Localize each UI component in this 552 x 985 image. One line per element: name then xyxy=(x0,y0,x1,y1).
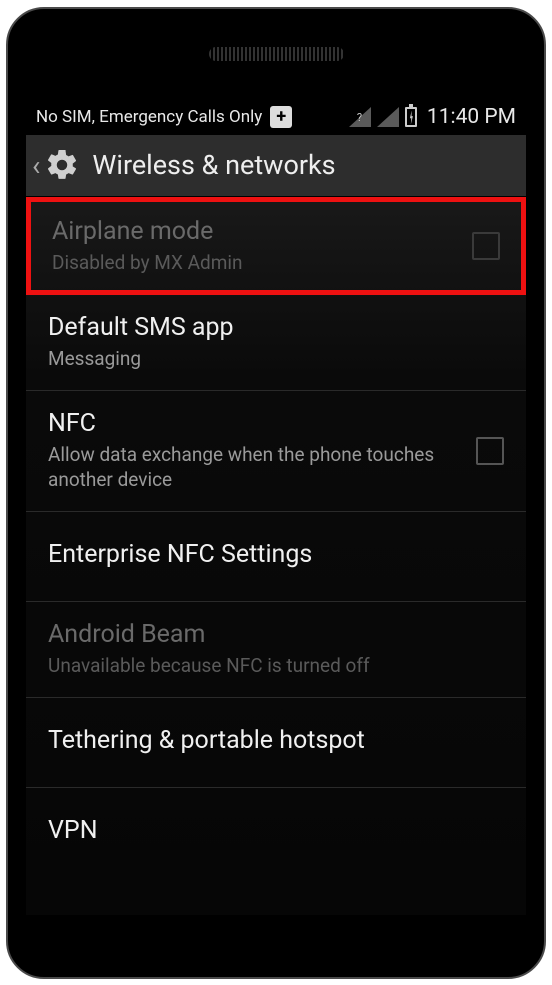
row-vpn[interactable]: VPN xyxy=(26,788,526,878)
signal-unknown-icon xyxy=(349,107,371,127)
status-bar: No SIM, Emergency Calls Only + 11:40 PM xyxy=(26,99,526,135)
signal-empty-icon xyxy=(377,107,399,127)
page-title: Wireless & networks xyxy=(92,149,335,181)
row-tethering[interactable]: Tethering & portable hotspot xyxy=(26,698,526,788)
row-title: Enterprise NFC Settings xyxy=(48,540,504,569)
row-title: Default SMS app xyxy=(48,313,504,342)
row-title: VPN xyxy=(48,816,504,845)
row-title: Android Beam xyxy=(48,620,504,649)
status-right: 11:40 PM xyxy=(349,105,516,129)
speaker-grill xyxy=(209,47,344,61)
row-android-beam: Android Beam Unavailable because NFC is … xyxy=(26,602,526,698)
settings-list[interactable]: Airplane mode Disabled by MX Admin Defau… xyxy=(26,197,526,915)
settings-gear-icon[interactable] xyxy=(44,147,80,183)
highlight-airplane-mode: Airplane mode Disabled by MX Admin xyxy=(26,197,526,296)
airplane-mode-checkbox xyxy=(472,232,500,260)
row-subtitle: Disabled by MX Admin xyxy=(52,250,472,276)
row-subtitle: Allow data exchange when the phone touch… xyxy=(48,442,476,493)
row-title: Tethering & portable hotspot xyxy=(48,726,504,755)
row-subtitle: Messaging xyxy=(48,346,504,372)
phone-bottom-bezel xyxy=(8,915,544,977)
sim-status-text: No SIM, Emergency Calls Only xyxy=(36,107,262,127)
screen: No SIM, Emergency Calls Only + 11:40 PM … xyxy=(26,99,526,915)
row-subtitle: Unavailable because NFC is turned off xyxy=(48,653,504,679)
action-bar: ‹ Wireless & networks xyxy=(26,135,526,197)
row-title: NFC xyxy=(48,409,476,438)
back-icon[interactable]: ‹ xyxy=(32,149,40,182)
status-left: No SIM, Emergency Calls Only + xyxy=(36,106,349,128)
clock-text: 11:40 PM xyxy=(427,105,516,129)
row-title: Airplane mode xyxy=(52,217,472,246)
row-enterprise-nfc[interactable]: Enterprise NFC Settings xyxy=(26,512,526,602)
phone-top-bezel xyxy=(8,9,544,99)
row-nfc[interactable]: NFC Allow data exchange when the phone t… xyxy=(26,391,526,512)
nfc-checkbox[interactable] xyxy=(476,437,504,465)
battery-charging-icon xyxy=(405,107,417,127)
phone-frame: No SIM, Emergency Calls Only + 11:40 PM … xyxy=(6,7,546,979)
plus-badge-icon: + xyxy=(270,106,292,128)
row-default-sms[interactable]: Default SMS app Messaging xyxy=(26,295,526,391)
row-airplane-mode: Airplane mode Disabled by MX Admin xyxy=(34,205,518,288)
